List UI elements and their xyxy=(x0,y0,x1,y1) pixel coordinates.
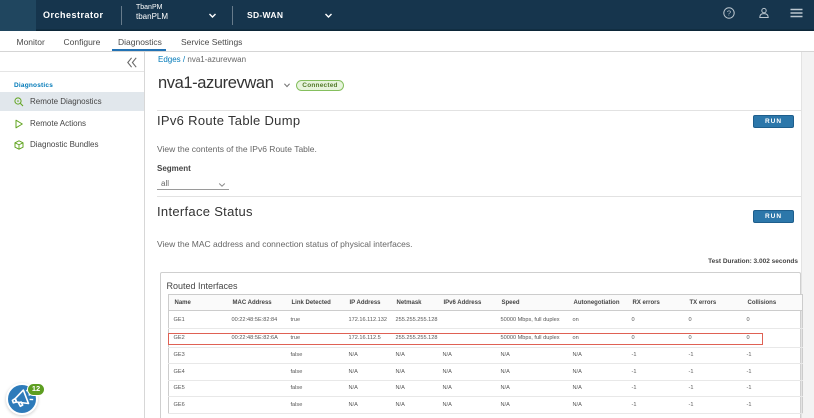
svg-text:?: ? xyxy=(727,9,731,18)
